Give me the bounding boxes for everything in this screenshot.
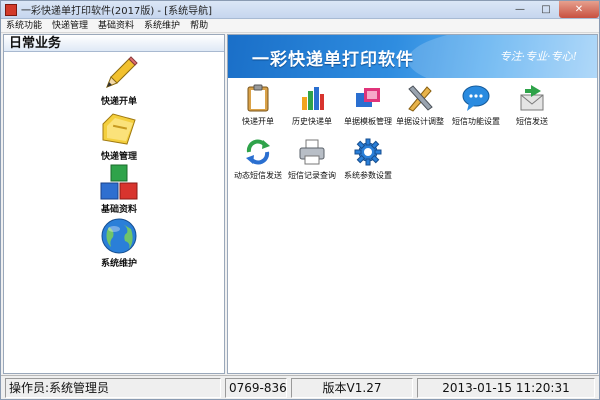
banner-title: 一彩快递单打印软件	[252, 50, 414, 70]
sidebar: 日常业务 快递开单 快递管理 基础资料 系统维护	[3, 34, 225, 374]
gear-icon	[354, 138, 382, 166]
globe-icon	[101, 218, 137, 254]
design-tools-icon	[408, 85, 433, 112]
sidebar-item-express-order[interactable]: 快递开单	[74, 55, 164, 107]
app-window: 一彩快递单打印软件(2017版) - [系统导航] — □ ✕ 系统功能 快递管…	[0, 0, 600, 400]
menu-express-management[interactable]: 快递管理	[47, 19, 93, 33]
status-version: 版本V1.27	[291, 378, 413, 398]
sidebar-item-label: 快递开单	[100, 97, 137, 107]
function-label: 短信功能设置	[452, 117, 500, 126]
bar-chart-icon	[302, 87, 324, 110]
menu-bar: 系统功能 快递管理 基础资料 系统维护 帮助	[1, 19, 599, 33]
function-express-order[interactable]: 快递开单	[228, 83, 288, 127]
pencil-icon	[106, 56, 138, 88]
send-mail-icon	[520, 85, 544, 111]
maximize-button[interactable]: □	[533, 1, 559, 18]
close-button[interactable]: ✕	[559, 0, 599, 18]
chat-bubble-icon	[462, 85, 490, 111]
sidebar-item-system-maintenance[interactable]: 系统维护	[74, 217, 164, 269]
window-title: 一彩快递单打印软件(2017版) - [系统导航]	[21, 6, 213, 17]
folder-icon	[102, 113, 136, 145]
function-template-management[interactable]: 单据模板管理	[338, 83, 398, 127]
sidebar-item-label: 系统维护	[100, 259, 137, 269]
function-sms-settings[interactable]: 短信功能设置	[446, 83, 506, 127]
function-system-params[interactable]: 系统参数设置	[338, 137, 398, 181]
menu-system-maintenance[interactable]: 系统维护	[139, 19, 185, 33]
clipboard-icon	[247, 84, 269, 112]
sidebar-header: 日常业务	[4, 35, 224, 52]
function-design-adjust[interactable]: 单据设计调整	[390, 83, 450, 127]
function-label: 快递开单	[242, 117, 274, 126]
minimize-button[interactable]: —	[507, 1, 533, 18]
function-label: 短信发送	[516, 117, 548, 126]
printer-icon	[299, 139, 325, 165]
banner-slogan: 专注·专业·专心!	[499, 50, 577, 63]
function-history-orders[interactable]: 历史快递单	[282, 83, 342, 127]
title-bar[interactable]: 一彩快递单打印软件(2017版) - [系统导航] — □ ✕	[1, 0, 599, 19]
function-sms-records[interactable]: 短信记录查询	[282, 137, 342, 181]
function-label: 历史快递单	[292, 117, 332, 126]
function-dynamic-sms[interactable]: 动态短信发送	[228, 137, 288, 181]
sidebar-item-basic-data[interactable]: 基础资料	[74, 163, 164, 215]
template-icon	[356, 88, 380, 107]
window-controls: — □ ✕	[507, 0, 599, 19]
menu-system-functions[interactable]: 系统功能	[1, 19, 47, 33]
menu-help[interactable]: 帮助	[185, 19, 213, 33]
status-phone: 0769-836	[225, 378, 287, 398]
app-logo-icon	[5, 3, 17, 16]
main-panel: 一彩快递单打印软件 专注·专业·专心! 快递开单 历史快递单 单据模板管理 单据…	[227, 34, 598, 374]
status-operator: 操作员:系统管理员	[5, 378, 221, 398]
app-banner: 一彩快递单打印软件 专注·专业·专心!	[228, 35, 597, 78]
function-label: 动态短信发送	[234, 171, 282, 180]
function-label: 短信记录查询	[288, 171, 336, 180]
sidebar-item-label: 快递管理	[100, 152, 137, 162]
blocks-icon	[100, 164, 138, 200]
status-bar: 操作员:系统管理员 0769-836 版本V1.27 2013-01-15 11…	[1, 375, 599, 399]
function-label: 单据设计调整	[396, 117, 444, 126]
status-datetime: 2013-01-15 11:20:31	[417, 378, 595, 398]
function-sms-send[interactable]: 短信发送	[502, 83, 562, 127]
menu-basic-data[interactable]: 基础资料	[93, 19, 139, 33]
function-label: 单据模板管理	[344, 117, 392, 126]
sidebar-item-express-management[interactable]: 快递管理	[74, 110, 164, 162]
function-label: 系统参数设置	[344, 171, 392, 180]
sidebar-item-label: 基础资料	[100, 205, 137, 215]
refresh-icon	[246, 139, 270, 165]
